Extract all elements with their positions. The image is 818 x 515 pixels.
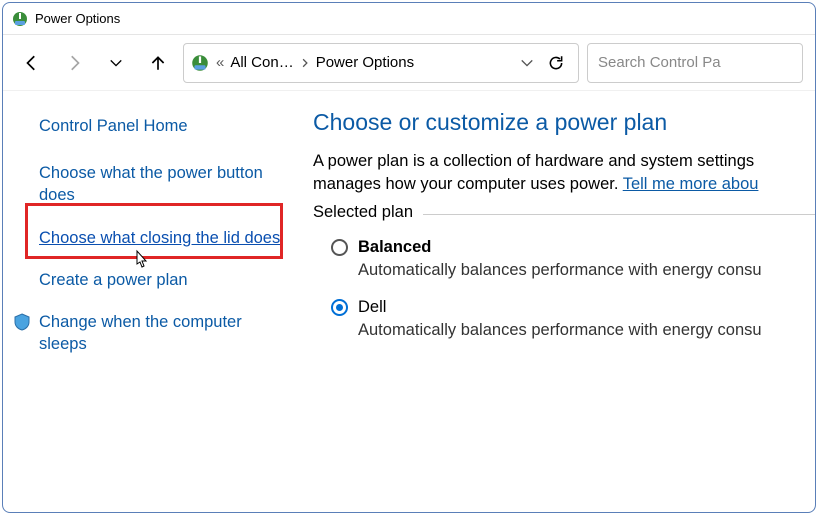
- up-button[interactable]: [141, 46, 175, 80]
- control-panel-home-link[interactable]: Control Panel Home: [39, 117, 285, 136]
- search-input[interactable]: Search Control Pa: [587, 43, 803, 83]
- selected-plan-group: Selected plan Balanced Automatically bal…: [313, 214, 815, 340]
- window-title: Power Options: [35, 11, 120, 26]
- sidebar-link-closing-lid[interactable]: Choose what closing the lid does: [39, 227, 285, 249]
- plan-name: Dell: [358, 298, 386, 317]
- chevron-left-double-icon: «: [216, 54, 224, 71]
- sidebar-link-change-sleep[interactable]: Change when the computer sleeps: [39, 311, 285, 356]
- sidebar-link-create-plan[interactable]: Create a power plan: [39, 269, 285, 291]
- search-placeholder: Search Control Pa: [598, 54, 721, 71]
- recent-dropdown[interactable]: [99, 46, 133, 80]
- power-options-icon: [190, 53, 210, 73]
- fieldset-legend: Selected plan: [313, 203, 423, 222]
- power-plan-option-balanced[interactable]: Balanced Automatically balances performa…: [331, 238, 815, 280]
- refresh-button[interactable]: [540, 47, 572, 79]
- forward-button[interactable]: [57, 46, 91, 80]
- window-frame: Power Options « All Con… Power Options: [2, 2, 816, 513]
- page-description: A power plan is a collection of hardware…: [313, 150, 815, 196]
- shield-icon: [13, 313, 31, 337]
- toolbar: « All Con… Power Options Search Control …: [3, 35, 815, 91]
- tell-me-more-link[interactable]: Tell me more abou: [623, 175, 759, 193]
- titlebar: Power Options: [3, 3, 815, 35]
- chevron-down-icon[interactable]: [520, 56, 534, 70]
- sidebar: Control Panel Home Choose what the power…: [3, 91, 305, 512]
- plan-description: Automatically balances performance with …: [358, 321, 815, 340]
- breadcrumb-item[interactable]: Power Options: [316, 54, 414, 71]
- back-button[interactable]: [15, 46, 49, 80]
- body: Control Panel Home Choose what the power…: [3, 91, 815, 512]
- main-content: Choose or customize a power plan A power…: [305, 91, 815, 512]
- address-bar[interactable]: « All Con… Power Options: [183, 43, 579, 83]
- breadcrumb-item[interactable]: All Con…: [230, 54, 293, 71]
- power-plan-option-dell[interactable]: Dell Automatically balances performance …: [331, 298, 815, 340]
- plan-description: Automatically balances performance with …: [358, 261, 815, 280]
- radio-button[interactable]: [331, 299, 348, 316]
- power-options-icon: [11, 10, 29, 28]
- page-heading: Choose or customize a power plan: [313, 109, 815, 136]
- plan-name: Balanced: [358, 238, 431, 257]
- sidebar-item-label: Change when the computer sleeps: [39, 313, 242, 353]
- chevron-right-icon: [300, 58, 310, 68]
- radio-button[interactable]: [331, 239, 348, 256]
- sidebar-link-power-button[interactable]: Choose what the power button does: [39, 162, 285, 207]
